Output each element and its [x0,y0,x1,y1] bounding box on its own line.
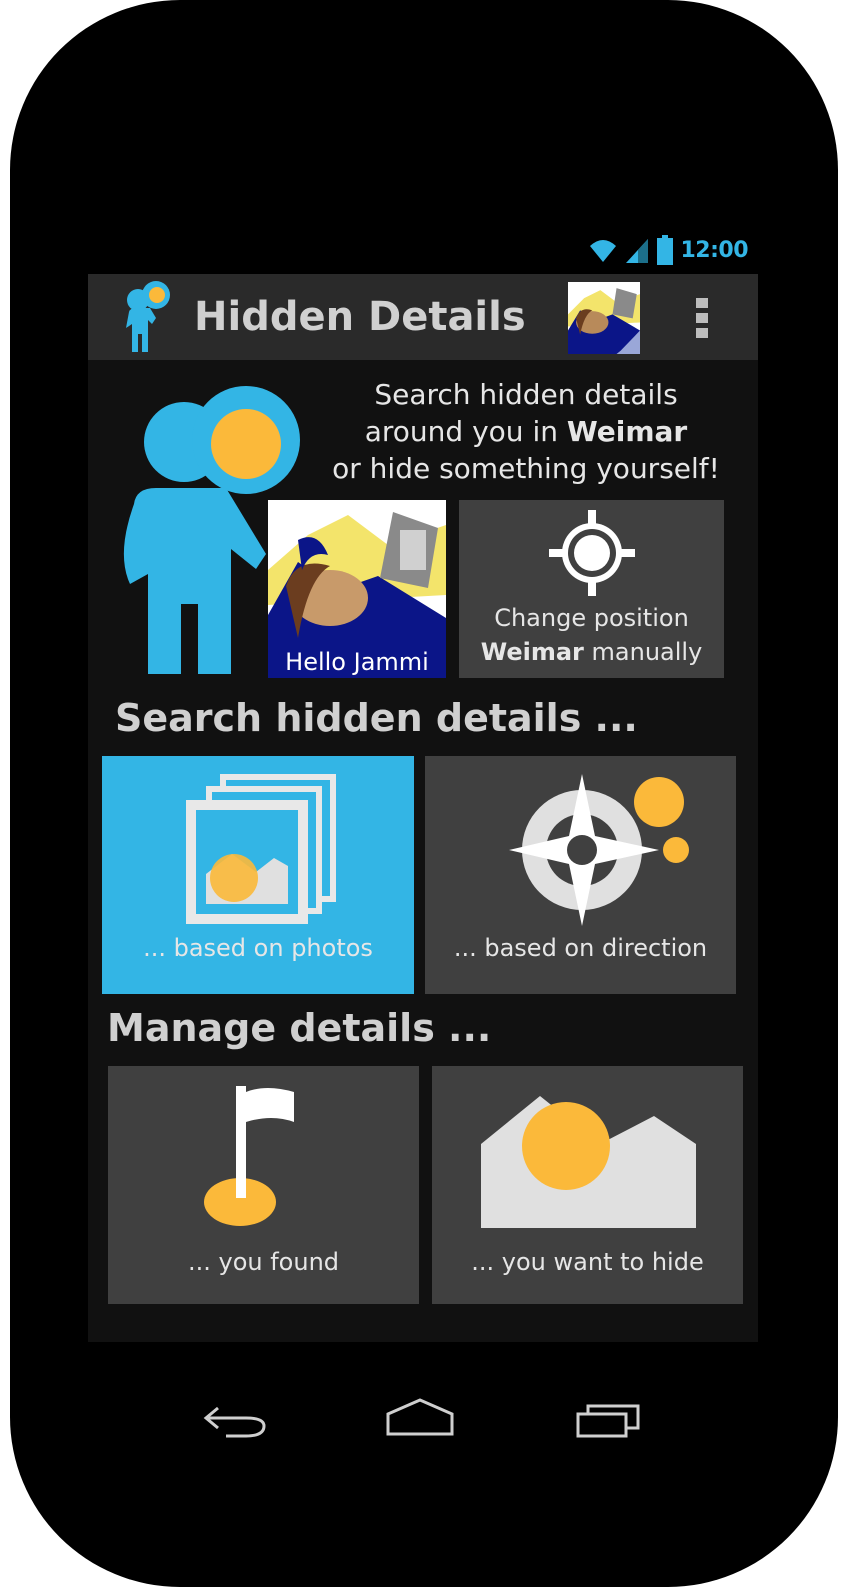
intro-city: Weimar [566,415,688,448]
status-bar: 12:00 [88,226,758,274]
greeting-label: Hello Jammi [285,648,429,676]
home-icon[interactable] [386,1398,454,1436]
intro-line-3: or hide something yourself! [332,452,720,485]
action-bar: Hidden Details [88,274,758,360]
recents-icon[interactable] [576,1404,640,1438]
battery-icon [657,235,674,265]
search-section-title: Search hidden details ... [115,696,638,740]
search-by-direction-label: ... based on direction [453,934,708,962]
intro-text: Search hidden details around you in Weim… [310,376,742,487]
navigation-bar [203,1398,640,1438]
back-icon[interactable] [203,1406,266,1438]
app-title: Hidden Details [194,294,526,340]
wifi-icon [590,240,617,262]
search-by-photos-label: ... based on photos [143,934,373,962]
change-position-button[interactable]: Change position Weimar manually [459,500,724,678]
search-by-photos-button[interactable]: ... based on photos [102,756,414,994]
mascot-binoculars-icon[interactable] [124,280,174,354]
change-position-city: Weimar manually [480,638,703,666]
clock: 12:00 [680,237,748,263]
crosshair-location-icon [549,510,635,596]
status-icons: 12:00 [588,234,748,266]
intro-line-1: Search hidden details [374,378,678,411]
hide-details-label: ... you want to hide [471,1248,704,1276]
intro-line-2: around you in Weimar [364,415,688,448]
profile-tile[interactable]: Hello Jammi [268,500,446,678]
found-details-button[interactable]: ... you found [108,1066,419,1304]
search-by-direction-button[interactable]: ... based on direction [425,756,736,994]
signal-icon [626,239,649,263]
overflow-menu-icon[interactable] [688,296,718,340]
change-position-label: Change position [494,604,689,632]
manage-section-title: Manage details ... [107,1006,492,1050]
app-screen: 12:00 Hidden Details Search hidden detai… [88,226,758,1342]
hide-details-button[interactable]: ... you want to hide [432,1066,743,1304]
user-avatar[interactable] [568,282,640,354]
found-details-label: ... you found [187,1248,340,1276]
